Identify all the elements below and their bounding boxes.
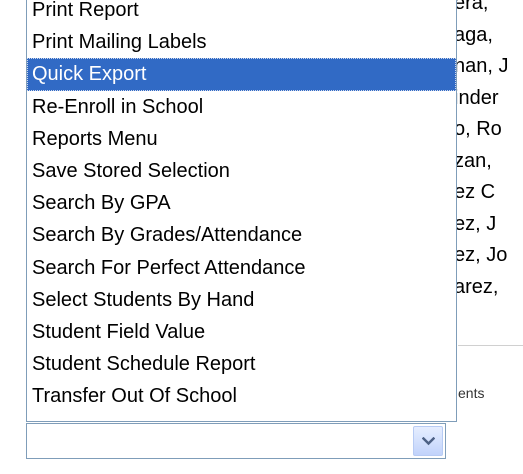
menu-item-print-report[interactable]: Print Report <box>27 0 456 26</box>
menu-item-search-for-perfect-attendance[interactable]: Search For Perfect Attendance <box>27 252 456 284</box>
student-name[interactable]: ez, Jo <box>454 240 523 272</box>
student-name[interactable]: inder <box>454 83 523 115</box>
student-name[interactable]: arez, <box>454 272 523 299</box>
function-select[interactable] <box>26 423 446 459</box>
students-label: ents <box>458 385 485 401</box>
menu-item-re-enroll-in-school[interactable]: Re-Enroll in School <box>27 91 456 123</box>
student-name[interactable]: aga, <box>454 20 523 52</box>
select-dropdown-button[interactable] <box>413 426 443 456</box>
page: era, aga, nan, J inder o, Ro zan, ez C e… <box>0 0 523 474</box>
menu-item-student-field-value[interactable]: Student Field Value <box>27 316 456 348</box>
student-name[interactable]: nan, J <box>454 51 523 83</box>
menu-item-reports-menu[interactable]: Reports Menu <box>27 123 456 155</box>
menu-item-search-by-gpa[interactable]: Search By GPA <box>27 187 456 219</box>
student-name[interactable]: zan, <box>454 146 523 178</box>
student-name[interactable]: ez, J <box>454 209 523 241</box>
menu-item-search-by-grades-attendance[interactable]: Search By Grades/Attendance <box>27 219 456 251</box>
menu-item-save-stored-selection[interactable]: Save Stored Selection <box>27 155 456 187</box>
student-name[interactable]: o, Ro <box>454 114 523 146</box>
student-name[interactable]: ez C <box>454 177 523 209</box>
student-name-list: era, aga, nan, J inder o, Ro zan, ez C e… <box>454 0 523 298</box>
student-name[interactable]: era, <box>454 0 523 20</box>
menu-item-select-students-by-hand[interactable]: Select Students By Hand <box>27 284 456 316</box>
function-dropdown-list[interactable]: Print Report Print Mailing Labels Quick … <box>26 0 457 422</box>
chevron-down-icon <box>422 437 435 446</box>
menu-item-print-mailing-labels[interactable]: Print Mailing Labels <box>27 26 456 58</box>
divider <box>458 345 523 346</box>
menu-item-student-schedule-report[interactable]: Student Schedule Report <box>27 348 456 380</box>
menu-item-quick-export[interactable]: Quick Export <box>27 58 456 91</box>
menu-item-transfer-out-of-school[interactable]: Transfer Out Of School <box>27 380 456 412</box>
